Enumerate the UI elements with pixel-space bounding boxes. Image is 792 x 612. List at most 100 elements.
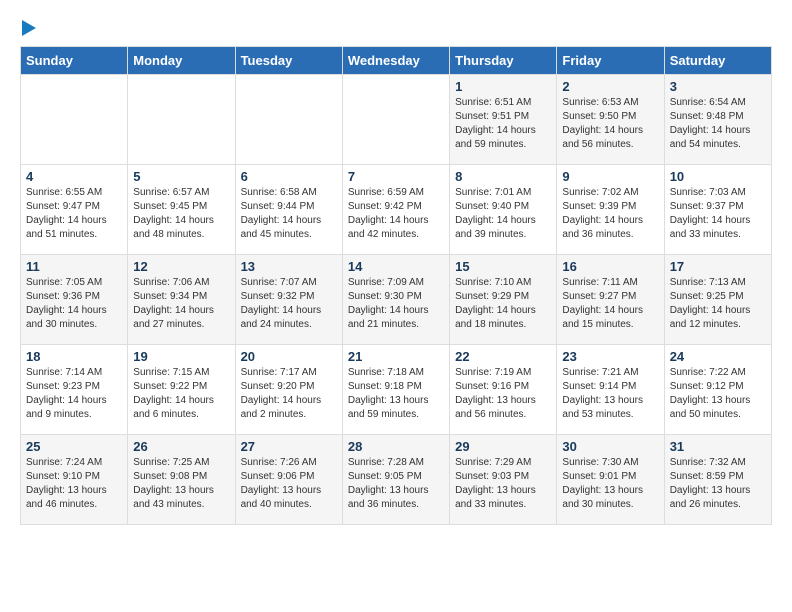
calendar-cell: 9 Sunrise: 7:02 AM Sunset: 9:39 PM Daylig… (557, 165, 664, 255)
calendar-cell: 19 Sunrise: 7:15 AM Sunset: 9:22 PM Dayli… (128, 345, 235, 435)
calendar-cell: 30 Sunrise: 7:30 AM Sunset: 9:01 PM Dayli… (557, 435, 664, 525)
calendar-cell: 10 Sunrise: 7:03 AM Sunset: 9:37 PM Dayli… (664, 165, 771, 255)
day-info: Sunrise: 7:22 AM Sunset: 9:12 PM Dayligh… (670, 366, 766, 422)
logo (20, 20, 36, 36)
calendar-table: SundayMondayTuesdayWednesdayThursdayFrid… (20, 46, 772, 525)
calendar-cell: 31Sunrise: 7:32 AM Sunset: 8:59 PM Dayli… (664, 435, 771, 525)
day-info: Sunrise: 7:18 AM Sunset: 9:18 PM Dayligh… (348, 366, 444, 422)
day-info: Sunrise: 7:19 AM Sunset: 9:16 PM Dayligh… (455, 366, 551, 422)
calendar-week-3: 11Sunrise: 7:05 AM Sunset: 9:36 PM Dayli… (21, 255, 772, 345)
calendar-cell: 4Sunrise: 6:55 AM Sunset: 9:47 PM Daylig… (21, 165, 128, 255)
day-number: 22 (455, 349, 551, 364)
day-number: 31 (670, 439, 766, 454)
calendar-cell: 16 Sunrise: 7:11 AM Sunset: 9:27 PM Dayli… (557, 255, 664, 345)
calendar-cell: 7Sunrise: 6:59 AM Sunset: 9:42 PM Daylig… (342, 165, 449, 255)
calendar-cell (128, 75, 235, 165)
day-number: 7 (348, 169, 444, 184)
day-number: 24 (670, 349, 766, 364)
day-number: 11 (26, 259, 122, 274)
weekday-header-row: SundayMondayTuesdayWednesdayThursdayFrid… (21, 47, 772, 75)
day-info: Sunrise: 6:54 AM Sunset: 9:48 PM Dayligh… (670, 96, 766, 152)
page-header (20, 20, 772, 36)
weekday-header-friday: Friday (557, 47, 664, 75)
calendar-cell (235, 75, 342, 165)
calendar-cell: 14 Sunrise: 7:09 AM Sunset: 9:30 PM Dayli… (342, 255, 449, 345)
day-number: 29 (455, 439, 551, 454)
weekday-header-wednesday: Wednesday (342, 47, 449, 75)
weekday-header-thursday: Thursday (450, 47, 557, 75)
calendar-week-1: 1 Sunrise: 6:51 AM Sunset: 9:51 PM Daylig… (21, 75, 772, 165)
day-info: Sunrise: 6:57 AM Sunset: 9:45 PM Dayligh… (133, 186, 229, 242)
day-info: Sunrise: 7:07 AM Sunset: 9:32 PM Dayligh… (241, 276, 337, 332)
logo-arrow-icon (22, 20, 36, 36)
weekday-header-saturday: Saturday (664, 47, 771, 75)
day-info: Sunrise: 7:13 AM Sunset: 9:25 PM Dayligh… (670, 276, 766, 332)
calendar-cell: 28Sunrise: 7:28 AM Sunset: 9:05 PM Dayli… (342, 435, 449, 525)
calendar-cell: 8Sunrise: 7:01 AM Sunset: 9:40 PM Daylig… (450, 165, 557, 255)
day-info: Sunrise: 7:26 AM Sunset: 9:06 PM Dayligh… (241, 456, 337, 512)
day-info: Sunrise: 6:58 AM Sunset: 9:44 PM Dayligh… (241, 186, 337, 242)
day-info: Sunrise: 7:24 AM Sunset: 9:10 PM Dayligh… (26, 456, 122, 512)
calendar-week-2: 4Sunrise: 6:55 AM Sunset: 9:47 PM Daylig… (21, 165, 772, 255)
calendar-cell: 1 Sunrise: 6:51 AM Sunset: 9:51 PM Daylig… (450, 75, 557, 165)
calendar-cell: 13 Sunrise: 7:07 AM Sunset: 9:32 PM Dayli… (235, 255, 342, 345)
calendar-week-5: 25Sunrise: 7:24 AM Sunset: 9:10 PM Dayli… (21, 435, 772, 525)
day-info: Sunrise: 6:51 AM Sunset: 9:51 PM Dayligh… (455, 96, 551, 152)
day-number: 23 (562, 349, 658, 364)
day-info: Sunrise: 7:02 AM Sunset: 9:39 PM Dayligh… (562, 186, 658, 242)
day-number: 10 (670, 169, 766, 184)
day-number: 16 (562, 259, 658, 274)
day-number: 26 (133, 439, 229, 454)
day-info: Sunrise: 7:28 AM Sunset: 9:05 PM Dayligh… (348, 456, 444, 512)
day-info: Sunrise: 7:29 AM Sunset: 9:03 PM Dayligh… (455, 456, 551, 512)
day-number: 14 (348, 259, 444, 274)
day-number: 4 (26, 169, 122, 184)
day-number: 6 (241, 169, 337, 184)
day-info: Sunrise: 7:25 AM Sunset: 9:08 PM Dayligh… (133, 456, 229, 512)
weekday-header-tuesday: Tuesday (235, 47, 342, 75)
day-number: 17 (670, 259, 766, 274)
calendar-cell: 22 Sunrise: 7:19 AM Sunset: 9:16 PM Dayli… (450, 345, 557, 435)
day-info: Sunrise: 7:06 AM Sunset: 9:34 PM Dayligh… (133, 276, 229, 332)
day-info: Sunrise: 6:53 AM Sunset: 9:50 PM Dayligh… (562, 96, 658, 152)
calendar-cell (21, 75, 128, 165)
day-number: 5 (133, 169, 229, 184)
calendar-cell: 3Sunrise: 6:54 AM Sunset: 9:48 PM Daylig… (664, 75, 771, 165)
day-number: 8 (455, 169, 551, 184)
day-number: 2 (562, 79, 658, 94)
day-number: 15 (455, 259, 551, 274)
calendar-cell: 26 Sunrise: 7:25 AM Sunset: 9:08 PM Dayli… (128, 435, 235, 525)
day-info: Sunrise: 7:21 AM Sunset: 9:14 PM Dayligh… (562, 366, 658, 422)
calendar-cell: 20Sunrise: 7:17 AM Sunset: 9:20 PM Dayli… (235, 345, 342, 435)
calendar-cell: 18 Sunrise: 7:14 AM Sunset: 9:23 PM Dayli… (21, 345, 128, 435)
day-number: 19 (133, 349, 229, 364)
day-number: 9 (562, 169, 658, 184)
day-info: Sunrise: 7:11 AM Sunset: 9:27 PM Dayligh… (562, 276, 658, 332)
day-number: 1 (455, 79, 551, 94)
day-info: Sunrise: 7:10 AM Sunset: 9:29 PM Dayligh… (455, 276, 551, 332)
calendar-cell: 15 Sunrise: 7:10 AM Sunset: 9:29 PM Dayli… (450, 255, 557, 345)
calendar-cell: 29 Sunrise: 7:29 AM Sunset: 9:03 PM Dayli… (450, 435, 557, 525)
day-number: 27 (241, 439, 337, 454)
calendar-cell: 21Sunrise: 7:18 AM Sunset: 9:18 PM Dayli… (342, 345, 449, 435)
day-info: Sunrise: 7:09 AM Sunset: 9:30 PM Dayligh… (348, 276, 444, 332)
day-info: Sunrise: 7:30 AM Sunset: 9:01 PM Dayligh… (562, 456, 658, 512)
calendar-cell: 11Sunrise: 7:05 AM Sunset: 9:36 PM Dayli… (21, 255, 128, 345)
weekday-header-monday: Monday (128, 47, 235, 75)
calendar-cell: 2 Sunrise: 6:53 AM Sunset: 9:50 PM Daylig… (557, 75, 664, 165)
calendar-cell: 5 Sunrise: 6:57 AM Sunset: 9:45 PM Daylig… (128, 165, 235, 255)
calendar-cell: 23 Sunrise: 7:21 AM Sunset: 9:14 PM Dayli… (557, 345, 664, 435)
day-number: 30 (562, 439, 658, 454)
calendar-cell: 27 Sunrise: 7:26 AM Sunset: 9:06 PM Dayli… (235, 435, 342, 525)
calendar-cell: 17 Sunrise: 7:13 AM Sunset: 9:25 PM Dayli… (664, 255, 771, 345)
day-info: Sunrise: 7:15 AM Sunset: 9:22 PM Dayligh… (133, 366, 229, 422)
calendar-week-4: 18 Sunrise: 7:14 AM Sunset: 9:23 PM Dayli… (21, 345, 772, 435)
calendar-cell: 6 Sunrise: 6:58 AM Sunset: 9:44 PM Daylig… (235, 165, 342, 255)
day-info: Sunrise: 7:14 AM Sunset: 9:23 PM Dayligh… (26, 366, 122, 422)
calendar-cell: 24 Sunrise: 7:22 AM Sunset: 9:12 PM Dayli… (664, 345, 771, 435)
day-number: 18 (26, 349, 122, 364)
calendar-cell: 25Sunrise: 7:24 AM Sunset: 9:10 PM Dayli… (21, 435, 128, 525)
day-info: Sunrise: 7:03 AM Sunset: 9:37 PM Dayligh… (670, 186, 766, 242)
day-number: 13 (241, 259, 337, 274)
day-info: Sunrise: 7:17 AM Sunset: 9:20 PM Dayligh… (241, 366, 337, 422)
